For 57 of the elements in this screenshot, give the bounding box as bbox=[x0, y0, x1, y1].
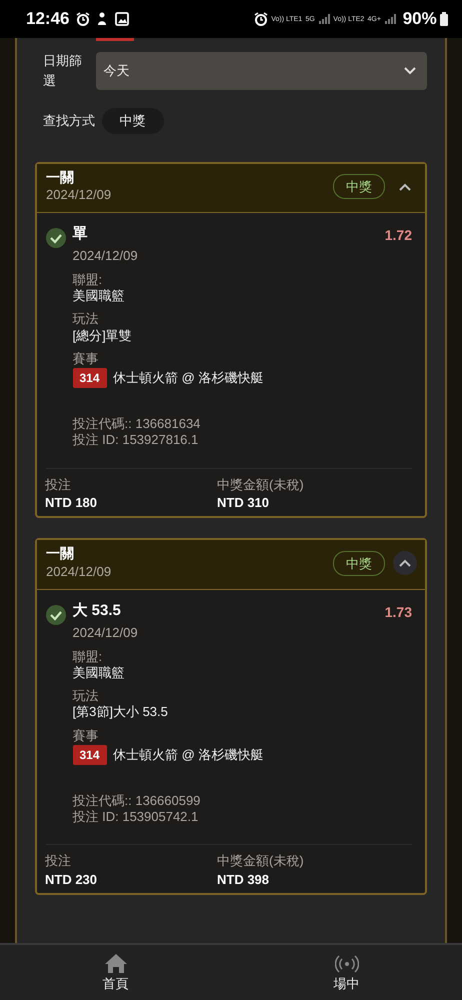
alarm-icon bbox=[254, 12, 268, 26]
card-date: 2024/12/09 bbox=[46, 186, 112, 204]
home-icon bbox=[104, 952, 128, 974]
bet-id: 投注 ID: 153927816.1 bbox=[72, 432, 200, 448]
bet-code: 投注代碼:: 136681634 bbox=[72, 416, 202, 432]
battery-percent: 90% bbox=[402, 8, 437, 30]
bet-code: 投注代碼:: 136660599 bbox=[72, 793, 202, 809]
field-value: [第3節]大小 53.5 bbox=[72, 704, 169, 722]
nav-item[interactable]: 首頁 bbox=[0, 945, 231, 1000]
field-label: 聯盟: bbox=[72, 648, 104, 665]
event-name: 休士頓火箭 @ 洛杉磯快艇 bbox=[113, 370, 264, 387]
card-title: 一關 bbox=[46, 168, 75, 186]
bet-selection: 單 bbox=[72, 224, 88, 244]
field-value: 美國職籃 bbox=[72, 288, 126, 305]
payout-label: 中獎金額(未稅) bbox=[217, 853, 305, 870]
tab-indicator bbox=[96, 38, 134, 41]
stake-label: 投注 bbox=[45, 476, 72, 493]
bet-date: 2024/12/09 bbox=[72, 624, 139, 642]
status-badge: 中獎 bbox=[333, 174, 385, 200]
bet-selection: 大 53.5 bbox=[72, 602, 122, 621]
payout-amount: NTD 398 bbox=[217, 870, 270, 889]
search-label: 查找方式 bbox=[43, 112, 95, 130]
date-select[interactable]: 今天 bbox=[96, 52, 427, 90]
field-value: [總分]單雙 bbox=[72, 328, 133, 345]
bet-id: 投注 ID: 153905742.1 bbox=[72, 808, 200, 824]
field-label: 賽事 bbox=[72, 728, 100, 744]
stake-label: 投注 bbox=[45, 853, 72, 870]
card-title: 一關 bbox=[46, 545, 75, 562]
signal-icon bbox=[384, 14, 396, 24]
event-code: 314 bbox=[72, 745, 107, 766]
figure-icon bbox=[96, 12, 108, 26]
battery-icon bbox=[440, 12, 448, 26]
nav-item[interactable]: 場中 bbox=[231, 945, 462, 1000]
filter-chip[interactable]: 中獎 bbox=[102, 108, 164, 134]
bet-date: 2024/12/09 bbox=[72, 246, 139, 265]
status-badge: 中獎 bbox=[333, 550, 385, 576]
payout-label: 中獎金額(未稅) bbox=[217, 476, 305, 493]
chevron-down-icon bbox=[403, 66, 417, 76]
field-label: 聯盟: bbox=[72, 272, 104, 288]
image-icon bbox=[114, 12, 129, 26]
signal-icon bbox=[318, 14, 330, 24]
chevron-up-icon[interactable] bbox=[393, 551, 417, 576]
card-date: 2024/12/09 bbox=[46, 563, 112, 582]
event-name: 休士頓火箭 @ 洛杉磯快艇 bbox=[113, 746, 264, 764]
field-label: 玩法 bbox=[72, 688, 100, 704]
odds-value: 1.73 bbox=[384, 602, 412, 622]
payout-amount: NTD 310 bbox=[217, 494, 270, 512]
status-time: 12:46 bbox=[26, 8, 70, 30]
field-label: 玩法 bbox=[72, 311, 100, 328]
field-label: 賽事 bbox=[72, 351, 100, 368]
filter-label: 日期篩選 bbox=[43, 52, 83, 90]
event-code: 314 bbox=[72, 368, 107, 388]
stake-amount: NTD 230 bbox=[45, 870, 98, 889]
field-value: 美國職籃 bbox=[72, 664, 126, 682]
odds-value: 1.72 bbox=[384, 226, 412, 245]
alarm-icon bbox=[76, 12, 90, 26]
stake-amount: NTD 180 bbox=[45, 494, 98, 512]
